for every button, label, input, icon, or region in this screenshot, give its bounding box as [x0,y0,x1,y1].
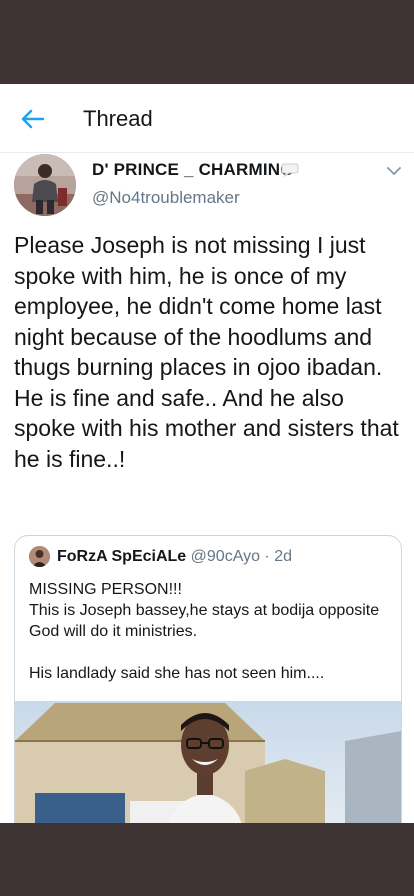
quoted-header: FoRzA SpEciALe @90cAyo · 2d [57,548,292,566]
author-name[interactable]: D' PRINCE _ CHARMING [92,160,294,180]
top-frame [0,0,414,84]
bottom-frame [0,823,414,896]
meta-separator: · [259,548,275,565]
thread-header: Thread [0,84,414,153]
back-arrow-icon[interactable] [20,106,46,132]
thread-screen: Thread D' PRINCE _ CHARMING @No4troublem… [0,84,414,823]
chevron-down-icon[interactable] [387,166,401,176]
quoted-avatar[interactable] [29,546,50,567]
tweet-text: Please Joseph is not missing I just spok… [14,232,399,472]
quoted-timestamp: 2d [274,548,292,565]
speech-bubble-icon [281,163,299,177]
page-title: Thread [83,106,153,131]
quoted-author-name[interactable]: FoRzA SpEciALe [57,548,186,565]
quoted-photo[interactable] [15,701,401,823]
quoted-text: MISSING PERSON!!! This is Joseph bassey,… [29,579,389,684]
quoted-text-line: MISSING PERSON!!! [29,581,182,598]
quoted-text-line: This is Joseph bassey,he stays at bodija… [29,602,380,640]
quoted-text-line: His landlady said she has not seen him..… [29,665,325,682]
quoted-author-handle[interactable]: @90cAyo [191,548,260,565]
avatar[interactable] [14,154,76,216]
quoted-tweet[interactable]: FoRzA SpEciALe @90cAyo · 2d MISSING PERS… [14,535,402,823]
author-handle[interactable]: @No4troublemaker [92,188,240,208]
